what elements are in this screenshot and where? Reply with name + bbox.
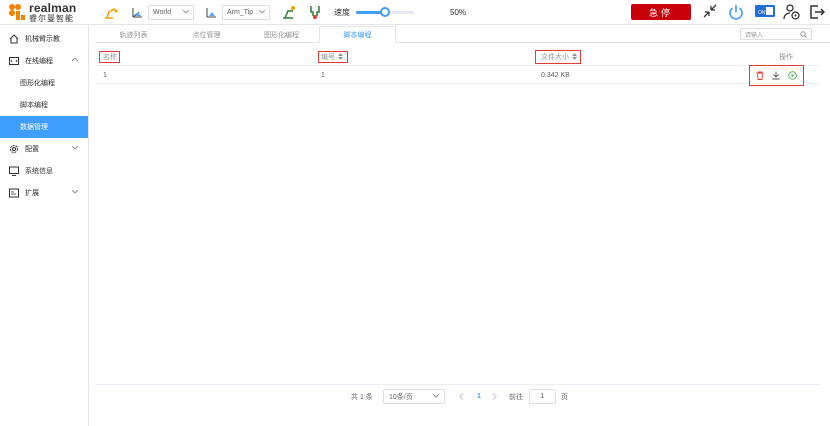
speed-slider[interactable] bbox=[356, 7, 414, 17]
tab-bar: 轨迹列表 点位管理 图形化编程 脚本编程 bbox=[95, 26, 830, 43]
goto-label: 前往 bbox=[509, 393, 523, 401]
sidebar-item-graphical-programming[interactable]: 图形化编程 bbox=[0, 72, 88, 94]
sidebar-item-label: 在线编程 bbox=[25, 58, 53, 65]
chevron-down-icon bbox=[71, 145, 79, 152]
table-row[interactable]: 1 1 0.342 KB bbox=[95, 66, 820, 84]
tab-trajectory-list[interactable]: 轨迹列表 bbox=[95, 26, 172, 43]
search-placeholder: 请输入 bbox=[745, 32, 764, 39]
highlight-box-id bbox=[318, 51, 348, 63]
svg-text:ON: ON bbox=[758, 10, 766, 16]
sidebar-item-label: 机械臂示教 bbox=[25, 36, 60, 43]
delete-icon[interactable] bbox=[756, 67, 764, 85]
column-header-actions: 操作 bbox=[779, 54, 793, 61]
collapse-icon[interactable] bbox=[702, 3, 718, 19]
monitor-icon bbox=[9, 166, 19, 176]
page-size-value: 10条/页 bbox=[389, 393, 413, 401]
sidebar-item-label: 扩展 bbox=[25, 190, 39, 197]
speed-value: 50% bbox=[450, 7, 467, 17]
sidebar-item-label: 配置 bbox=[25, 146, 39, 153]
world-frame-icon bbox=[128, 3, 146, 21]
power-icon[interactable] bbox=[728, 3, 744, 21]
goto-page-input[interactable]: 1 bbox=[529, 389, 556, 404]
next-page-icon[interactable] bbox=[492, 389, 497, 404]
chevron-down-icon bbox=[182, 9, 190, 16]
cell-id: 1 bbox=[321, 71, 325, 79]
tab-graphical-programming[interactable]: 图形化编程 bbox=[243, 26, 320, 43]
chevron-down-icon bbox=[432, 393, 440, 400]
page-number-current[interactable]: 1 bbox=[477, 389, 481, 404]
brand-name: realman bbox=[29, 0, 77, 15]
highlight-box-file-size bbox=[535, 50, 581, 64]
run-icon[interactable] bbox=[788, 67, 797, 85]
arm-motion-icon[interactable] bbox=[280, 3, 298, 21]
sidebar-item-online-programming[interactable]: 在线编程 bbox=[0, 50, 88, 72]
frame-select-value: World bbox=[153, 8, 172, 16]
download-icon[interactable] bbox=[772, 67, 780, 85]
sidebar-item-teach[interactable]: 机械臂示教 bbox=[0, 28, 88, 50]
tool-select[interactable]: Arm_Tip bbox=[222, 4, 270, 20]
sidebar-item-config[interactable]: 配置 bbox=[0, 138, 88, 160]
sidebar: 机械臂示教 在线编程 图形化编程 脚本编程 数据管理 配置 系统信息 扩展 bbox=[0, 25, 89, 426]
tool-select-value: Arm_Tip bbox=[227, 8, 254, 16]
chevron-up-icon bbox=[71, 57, 79, 64]
search-input[interactable]: 请输入 bbox=[740, 28, 812, 40]
toggle-switch-icon[interactable]: ON bbox=[754, 3, 776, 19]
pagination: 共 1 条 10条/页 1 前往 1 页 bbox=[95, 384, 820, 406]
tab-point-management[interactable]: 点位管理 bbox=[168, 26, 245, 43]
sidebar-item-label: 系统信息 bbox=[25, 168, 53, 175]
logout-icon[interactable] bbox=[809, 3, 825, 21]
frame-select[interactable]: World bbox=[148, 4, 194, 20]
chevron-down-icon bbox=[71, 189, 79, 196]
row-actions bbox=[749, 65, 804, 86]
page-unit-label: 页 bbox=[561, 393, 568, 401]
code-icon bbox=[9, 56, 19, 66]
page-size-select[interactable]: 10条/页 bbox=[383, 389, 445, 404]
brand-name-cn: 睿尔曼智能 bbox=[29, 13, 74, 23]
user-settings-icon[interactable] bbox=[783, 3, 801, 21]
gripper-icon[interactable] bbox=[306, 3, 324, 21]
extension-icon bbox=[9, 188, 19, 198]
sidebar-item-extensions[interactable]: 扩展 bbox=[0, 182, 88, 204]
highlight-box-name bbox=[99, 51, 120, 63]
pagination-total: 共 1 条 bbox=[351, 393, 373, 401]
sidebar-item-script-programming[interactable]: 脚本编程 bbox=[0, 94, 88, 116]
brand-logo: realman 睿尔曼智能 bbox=[8, 2, 96, 23]
home-icon bbox=[9, 34, 19, 44]
speed-slider-thumb[interactable] bbox=[380, 7, 390, 17]
table-header: 名称 编号 文件大小 操作 bbox=[95, 48, 820, 66]
sidebar-item-data-management[interactable]: 数据管理 bbox=[0, 116, 88, 138]
tool-frame-icon bbox=[202, 3, 220, 21]
chevron-down-icon bbox=[258, 9, 266, 16]
realman-logo-icon bbox=[8, 3, 26, 21]
prev-page-icon[interactable] bbox=[459, 389, 464, 404]
emergency-stop-button[interactable]: 急停 bbox=[631, 4, 691, 20]
search-icon[interactable] bbox=[800, 31, 807, 40]
speed-label: 速度 bbox=[334, 7, 350, 17]
gear-icon bbox=[9, 144, 19, 154]
cell-file-size: 0.342 KB bbox=[541, 71, 570, 79]
robot-arm-icon[interactable] bbox=[102, 3, 120, 21]
cell-name: 1 bbox=[103, 71, 107, 79]
tab-script-programming[interactable]: 脚本编程 bbox=[319, 26, 396, 43]
sidebar-item-system-info[interactable]: 系统信息 bbox=[0, 160, 88, 182]
